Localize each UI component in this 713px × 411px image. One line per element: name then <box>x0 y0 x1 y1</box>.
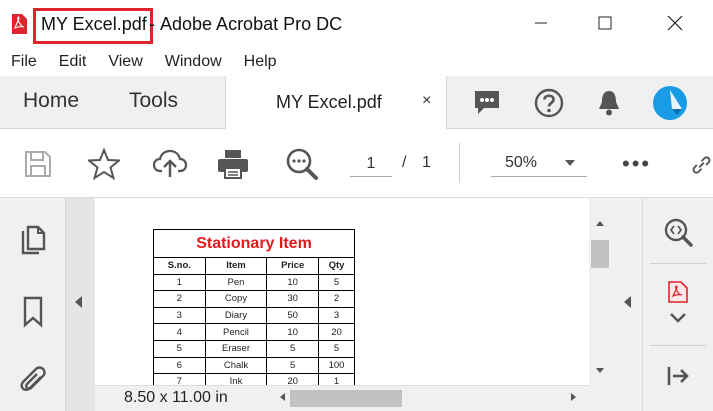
table-cell: 5 <box>266 356 320 375</box>
right-panel-divider <box>650 345 706 346</box>
vertical-scrollbar[interactable] <box>589 198 611 385</box>
avatar[interactable] <box>652 85 688 121</box>
menu-file[interactable]: File <box>0 53 37 71</box>
menu-edit[interactable]: Edit <box>48 53 87 71</box>
page-size-label: 8.50 x 11.00 in <box>124 389 228 406</box>
table-cell: 10 <box>266 273 320 292</box>
chevron-down-icon <box>565 160 575 166</box>
collapse-left-panel-icon[interactable] <box>75 296 82 308</box>
page-total: 1 <box>422 154 431 171</box>
table-cell: 3 <box>153 306 206 325</box>
table-row: 3 Diary 50 3 <box>153 306 355 325</box>
table-cell: 20 <box>318 323 355 341</box>
table-cell: 50 <box>266 306 320 325</box>
menu-window[interactable]: Window <box>154 53 222 71</box>
table-cell: 5 <box>266 339 320 358</box>
tab-close-icon[interactable]: × <box>422 92 431 110</box>
menu-bar: File Edit View Window Help <box>0 47 713 76</box>
window-document-title: MY Excel.pdf <box>41 14 147 34</box>
chat-icon[interactable] <box>471 87 503 119</box>
table-cell: 1 <box>153 273 206 292</box>
bookmark-icon[interactable] <box>17 296 49 328</box>
table-cell: 5 <box>318 273 355 292</box>
main-toolbar: / 1 50% ••• <box>0 129 713 198</box>
column-header: Qty <box>318 257 355 275</box>
star-icon[interactable] <box>86 146 122 182</box>
table-row: 5 Eraser 5 5 <box>153 339 355 358</box>
table-cell: 100 <box>318 356 355 375</box>
maximize-button[interactable] <box>580 6 630 40</box>
tab-tools[interactable]: Tools <box>129 89 178 113</box>
table-cell: 10 <box>266 323 320 341</box>
table-row: 2 Copy 30 2 <box>153 290 355 308</box>
toolbar-divider <box>459 143 460 183</box>
zoom-fit-icon[interactable] <box>662 216 694 248</box>
more-options-icon[interactable]: ••• <box>622 151 651 177</box>
column-header: Item <box>204 257 268 275</box>
pages-icon[interactable] <box>17 225 49 257</box>
collapse-panel-icon[interactable] <box>662 360 694 392</box>
table-cell: Diary <box>204 306 268 325</box>
window-app-title: Adobe Acrobat Pro DC <box>160 14 343 34</box>
table-cell: Chalk <box>204 356 268 375</box>
table-row: 4 Pencil 10 20 <box>153 323 355 341</box>
table-cell: 5 <box>153 339 206 358</box>
table-cell: 2 <box>153 290 206 308</box>
column-header: Price <box>266 257 320 275</box>
table-cell: 30 <box>266 290 320 308</box>
title-separator: - <box>149 14 155 34</box>
scroll-left-icon[interactable] <box>280 393 285 401</box>
scroll-down-icon[interactable] <box>596 368 604 373</box>
close-window-button[interactable] <box>650 6 700 40</box>
stationary-table: Stationary Item S.no. Item Price Qty 1 Pe… <box>153 229 355 391</box>
table-cell: Pen <box>204 273 268 292</box>
table-cell: 6 <box>153 356 206 375</box>
page-number-input[interactable] <box>350 151 392 177</box>
tab-bar: Home Tools MY Excel.pdf × <box>0 76 713 130</box>
table-cell: 2 <box>318 290 355 308</box>
vertical-scroll-thumb[interactable] <box>591 240 609 268</box>
menu-view[interactable]: View <box>97 53 142 71</box>
expand-right-panel-icon[interactable] <box>624 296 631 308</box>
export-pdf-icon[interactable] <box>662 280 694 304</box>
help-icon[interactable] <box>533 87 565 119</box>
table-title: Stationary Item <box>153 229 355 258</box>
link-icon[interactable] <box>690 147 713 183</box>
magnifier-icon[interactable] <box>284 146 320 182</box>
right-panel-divider <box>650 263 706 264</box>
chevron-down-icon[interactable] <box>662 306 694 330</box>
bell-icon[interactable] <box>593 87 625 119</box>
tab-document[interactable]: MY Excel.pdf × <box>225 76 447 130</box>
column-header: S.no. <box>153 257 206 275</box>
scroll-up-icon[interactable] <box>596 221 604 226</box>
tab-home[interactable]: Home <box>23 89 79 113</box>
attachment-icon[interactable] <box>17 364 49 396</box>
minimize-button[interactable] <box>516 6 566 40</box>
scroll-right-icon[interactable] <box>571 393 576 401</box>
table-header-row: S.no. Item Price Qty <box>153 257 355 275</box>
title-bar: MY Excel.pdf - Adobe Acrobat Pro DC <box>0 0 713 47</box>
table-row: 6 Chalk 5 100 <box>153 356 355 375</box>
table-cell: Pencil <box>204 323 268 341</box>
printer-icon[interactable] <box>215 146 251 182</box>
table-row: 1 Pen 10 5 <box>153 273 355 292</box>
horizontal-scroll-thumb[interactable] <box>290 390 402 407</box>
table-cell: Eraser <box>204 339 268 358</box>
zoom-value: 50% <box>505 154 538 171</box>
table-cell: 5 <box>318 339 355 358</box>
table-cell: Copy <box>204 290 268 308</box>
tab-document-label: MY Excel.pdf <box>276 92 382 112</box>
table-cell: 4 <box>153 323 206 341</box>
menu-help[interactable]: Help <box>233 53 277 71</box>
cloud-upload-icon[interactable] <box>152 146 188 182</box>
table-cell: 3 <box>318 306 355 325</box>
acrobat-logo-icon <box>11 14 27 34</box>
save-icon[interactable] <box>20 146 56 182</box>
scrollbar-corner <box>589 385 611 411</box>
left-navigation-panel <box>0 198 66 411</box>
zoom-select[interactable]: 50% <box>491 151 587 177</box>
page-separator: / <box>402 154 407 171</box>
